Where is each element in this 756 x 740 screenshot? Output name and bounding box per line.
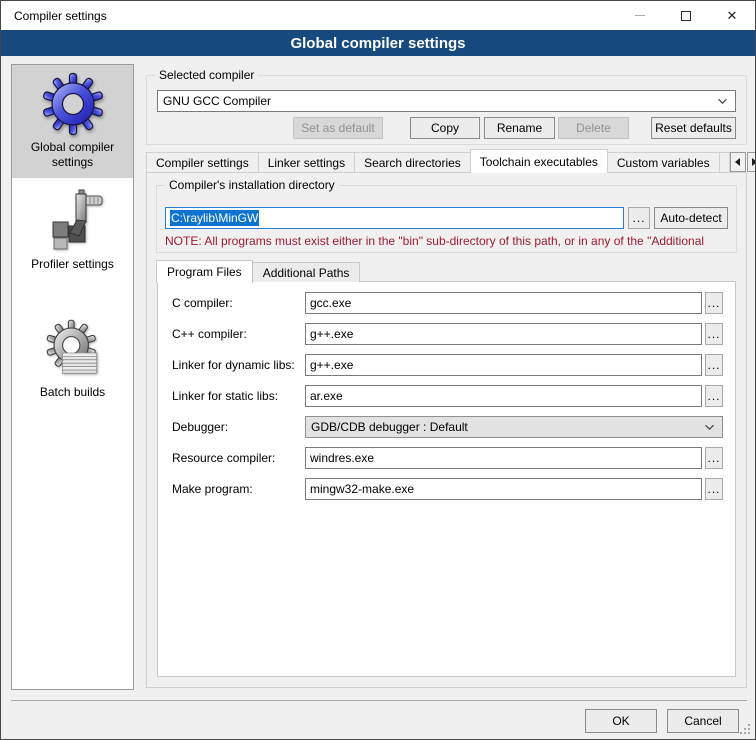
installation-directory-input[interactable]: C:\raylib\MinGW bbox=[165, 207, 624, 229]
selected-compiler-group: Selected compiler GNU GCC Compiler Set a… bbox=[146, 75, 747, 145]
dynamic-linker-browse-button[interactable]: ... bbox=[705, 354, 723, 376]
sidebar-item-profiler-settings[interactable]: Profiler settings bbox=[12, 182, 133, 280]
arrow-left-icon bbox=[735, 158, 740, 166]
copy-button[interactable]: Copy bbox=[410, 117, 480, 139]
make-program-input[interactable] bbox=[305, 478, 702, 500]
rename-button[interactable]: Rename bbox=[484, 117, 555, 139]
make-program-row: Make program: ... bbox=[172, 478, 723, 500]
cancel-button[interactable]: Cancel bbox=[667, 709, 739, 733]
minimize-button[interactable] bbox=[617, 1, 663, 30]
tab-search-directories[interactable]: Search directories bbox=[354, 152, 471, 172]
minimize-icon bbox=[635, 15, 645, 16]
tab-toolchain-executables[interactable]: Toolchain executables bbox=[470, 149, 608, 173]
subtab-program-files[interactable]: Program Files bbox=[156, 260, 253, 283]
set-as-default-button[interactable]: Set as default bbox=[293, 117, 383, 139]
blue-gear-icon bbox=[41, 72, 105, 136]
program-files-panel: C compiler: ... C++ compiler: ... Linker… bbox=[157, 281, 736, 677]
compiler-select-value: GNU GCC Compiler bbox=[163, 94, 717, 108]
chevron-down-icon bbox=[717, 98, 728, 105]
compiler-actions: Set as default Copy Rename Delete Reset … bbox=[157, 117, 736, 139]
field-label: Linker for static libs: bbox=[172, 385, 305, 407]
footer-divider bbox=[11, 700, 747, 701]
sidebar-item-label: Global compiler settings bbox=[12, 140, 133, 170]
installation-directory-legend: Compiler's installation directory bbox=[165, 178, 339, 192]
bin-subdirectory-note: NOTE: All programs must exist either in … bbox=[165, 234, 735, 248]
resource-compiler-browse-button[interactable]: ... bbox=[705, 447, 723, 469]
debugger-select-value: GDB/CDB debugger : Default bbox=[311, 420, 704, 434]
tab-compiler-settings[interactable]: Compiler settings bbox=[146, 152, 259, 172]
static-linker-browse-button[interactable]: ... bbox=[705, 385, 723, 407]
dialog-header: Global compiler settings bbox=[1, 30, 755, 56]
tab-linker-settings[interactable]: Linker settings bbox=[258, 152, 355, 172]
cpp-compiler-row: C++ compiler: ... bbox=[172, 323, 723, 345]
static-linker-input[interactable] bbox=[305, 385, 702, 407]
dynamic-linker-input[interactable] bbox=[305, 354, 702, 376]
selected-compiler-legend: Selected compiler bbox=[155, 68, 258, 82]
resource-compiler-input[interactable] bbox=[305, 447, 702, 469]
c-compiler-browse-button[interactable]: ... bbox=[705, 292, 723, 314]
installation-directory-row: C:\raylib\MinGW ... Auto-detect bbox=[165, 207, 728, 229]
chevron-down-icon bbox=[704, 424, 715, 431]
field-label: C compiler: bbox=[172, 292, 305, 314]
title-bar: Compiler settings ✕ bbox=[1, 1, 755, 30]
tab-custom-variables[interactable]: Custom variables bbox=[607, 152, 720, 172]
field-label: Resource compiler: bbox=[172, 447, 305, 469]
c-compiler-row: C compiler: ... bbox=[172, 292, 723, 314]
tab-scroll-arrows bbox=[729, 152, 756, 172]
field-label: Linker for dynamic libs: bbox=[172, 354, 305, 376]
field-label: Make program: bbox=[172, 478, 305, 500]
resource-compiler-row: Resource compiler: ... bbox=[172, 447, 723, 469]
window-controls: ✕ bbox=[617, 1, 755, 30]
maximize-button[interactable] bbox=[663, 1, 709, 30]
settings-category-sidebar: Global compiler settings Profiler settin… bbox=[11, 64, 134, 690]
reset-defaults-button[interactable]: Reset defaults bbox=[651, 117, 736, 139]
debugger-row: Debugger: GDB/CDB debugger : Default bbox=[172, 416, 723, 438]
main-content: Selected compiler GNU GCC Compiler Set a… bbox=[146, 64, 747, 690]
gray-gear-stack-icon bbox=[41, 317, 105, 381]
field-label: C++ compiler: bbox=[172, 323, 305, 345]
toolchain-executables-panel: Compiler's installation directory C:\ray… bbox=[146, 172, 747, 688]
caliper-icon bbox=[41, 189, 105, 253]
auto-detect-button[interactable]: Auto-detect bbox=[654, 207, 728, 229]
c-compiler-input[interactable] bbox=[305, 292, 702, 314]
programs-subtab-strip: Program Files Additional Paths bbox=[156, 259, 359, 282]
resize-grip[interactable] bbox=[748, 732, 750, 734]
installation-directory-browse-button[interactable]: ... bbox=[628, 207, 650, 229]
selected-text: C:\raylib\MinGW bbox=[170, 210, 259, 226]
tab-scroll-left-button[interactable] bbox=[730, 152, 746, 172]
sidebar-item-label: Profiler settings bbox=[12, 257, 133, 272]
debugger-select[interactable]: GDB/CDB debugger : Default bbox=[305, 416, 723, 438]
ok-button[interactable]: OK bbox=[585, 709, 657, 733]
arrow-right-icon bbox=[752, 158, 756, 166]
settings-tab-strip: Compiler settings Linker settings Search… bbox=[146, 149, 747, 172]
make-program-browse-button[interactable]: ... bbox=[705, 478, 723, 500]
sidebar-item-global-compiler-settings[interactable]: Global compiler settings bbox=[12, 65, 133, 178]
installation-directory-group: Compiler's installation directory C:\ray… bbox=[156, 185, 737, 253]
cpp-compiler-browse-button[interactable]: ... bbox=[705, 323, 723, 345]
static-linker-row: Linker for static libs: ... bbox=[172, 385, 723, 407]
sidebar-item-batch-builds[interactable]: Batch builds bbox=[12, 310, 133, 408]
subtab-additional-paths[interactable]: Additional Paths bbox=[252, 262, 361, 282]
field-label: Debugger: bbox=[172, 416, 305, 438]
cpp-compiler-input[interactable] bbox=[305, 323, 702, 345]
maximize-icon bbox=[681, 11, 691, 21]
dynamic-linker-row: Linker for dynamic libs: ... bbox=[172, 354, 723, 376]
delete-button[interactable]: Delete bbox=[558, 117, 629, 139]
compiler-settings-window: Compiler settings ✕ Global compiler sett… bbox=[0, 0, 756, 740]
compiler-select[interactable]: GNU GCC Compiler bbox=[157, 90, 736, 112]
tab-scroll-right-button[interactable] bbox=[747, 152, 756, 172]
window-title: Compiler settings bbox=[14, 9, 107, 23]
close-button[interactable]: ✕ bbox=[709, 1, 755, 30]
close-icon: ✕ bbox=[727, 9, 738, 22]
sidebar-item-label: Batch builds bbox=[12, 385, 133, 400]
